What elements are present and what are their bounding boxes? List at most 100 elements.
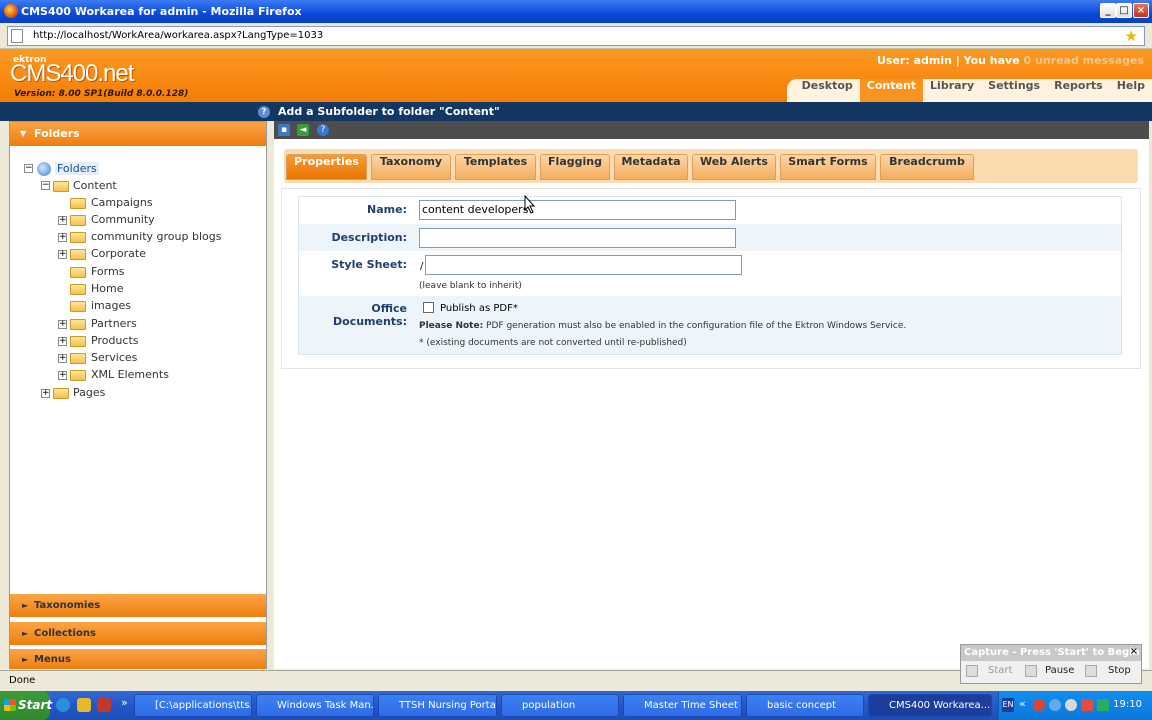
help-icon[interactable]: ? [258, 106, 270, 118]
capture-pause-button[interactable]: Pause [1045, 665, 1074, 676]
save-icon[interactable]: ▪ [278, 124, 290, 136]
left-navigation-pane: ▼ Folders − Folders − Content Campaigns +… [9, 121, 267, 669]
tray-app-icon[interactable] [1033, 699, 1045, 711]
user-text: User: admin | You have [876, 54, 1024, 67]
app-icon[interactable] [77, 698, 91, 712]
capture-close-icon[interactable]: × [1130, 646, 1138, 657]
publish-pdf-checkbox[interactable] [423, 302, 434, 313]
firefox-icon [4, 4, 18, 18]
folder-icon [70, 301, 86, 312]
task-item-basic-concept[interactable]: basic concept [746, 694, 864, 717]
main-content: Properties Taxonomy Templates Flagging M… [274, 139, 1149, 669]
tree-item-community-group-blogs[interactable]: community group blogs [91, 230, 221, 243]
tabs-bar: Properties Taxonomy Templates Flagging M… [284, 149, 1138, 183]
expand-arrow-icon: ► [22, 629, 29, 638]
expand-toggle[interactable]: + [58, 337, 67, 346]
tree-item-xml-elements[interactable]: XML Elements [91, 368, 169, 381]
task-item-task-manager[interactable]: Windows Task Man... [256, 694, 374, 717]
unread-messages-link[interactable]: 0 unread messages [1024, 54, 1144, 67]
nav-settings[interactable]: Settings [981, 79, 1047, 102]
tree-item-forms[interactable]: Forms [91, 265, 124, 278]
folder-tree: − Folders − Content Campaigns + Communit… [10, 122, 266, 422]
task-item-ttsh-portal[interactable]: TTSH Nursing Porta... [378, 694, 497, 717]
tab-properties[interactable]: Properties [286, 154, 367, 180]
tab-metadata[interactable]: Metadata [614, 154, 688, 180]
capture-stop-button[interactable]: Stop [1108, 665, 1131, 676]
tab-smart-forms[interactable]: Smart Forms [780, 154, 876, 180]
expand-toggle[interactable]: + [58, 320, 67, 329]
filezilla-icon[interactable] [97, 698, 111, 712]
note-text: PDF generation must also be enabled in t… [483, 321, 907, 331]
bookmark-star-icon[interactable]: ★ [1125, 27, 1138, 45]
name-input[interactable]: content developers [419, 200, 736, 220]
tree-item-products[interactable]: Products [91, 334, 139, 347]
tab-breadcrumb[interactable]: Breadcrumb [880, 154, 974, 180]
url-field[interactable]: http://localhost/WorkArea/workarea.aspx?… [7, 26, 1145, 46]
menus-section[interactable]: ► Menus [10, 649, 266, 669]
window-title: CMS400 Workarea for admin - Mozilla Fire… [21, 5, 302, 18]
language-indicator[interactable]: EN [1002, 698, 1014, 712]
tab-web-alerts[interactable]: Web Alerts [692, 154, 776, 180]
help-icon[interactable]: ? [317, 124, 329, 136]
name-label: Name: [367, 203, 407, 216]
capture-title: Capture - Press 'Start' to Begin [961, 645, 1141, 661]
expand-toggle[interactable]: + [41, 389, 50, 398]
start-button[interactable]: Start [0, 691, 53, 720]
ie-icon[interactable] [56, 698, 70, 712]
tab-templates[interactable]: Templates [455, 154, 536, 180]
tray-network-icon[interactable] [1049, 699, 1061, 711]
taxonomies-section[interactable]: ► Taxonomies [10, 594, 266, 617]
tab-taxonomy[interactable]: Taxonomy [371, 154, 451, 180]
expand-toggle[interactable]: + [58, 233, 67, 242]
tree-item-community[interactable]: Community [91, 213, 155, 226]
tree-item-images[interactable]: images [91, 299, 131, 312]
expand-toggle[interactable]: + [58, 250, 67, 259]
nav-library[interactable]: Library [923, 79, 981, 102]
task-item-cms400[interactable]: CMS400 Workarea... [868, 694, 992, 717]
tray-volume-icon[interactable] [1065, 699, 1077, 711]
tray-security-icon[interactable] [1081, 699, 1093, 711]
taskbar: Start » [C:\applications\tts... Windows … [0, 691, 1152, 720]
folder-icon [53, 181, 69, 192]
expand-toggle[interactable]: + [58, 216, 67, 225]
tree-item-corporate[interactable]: Corporate [91, 247, 146, 260]
task-item-population[interactable]: population [501, 694, 619, 717]
publish-pdf-label: Publish as PDF* [440, 303, 518, 314]
tree-item-partners[interactable]: Partners [91, 317, 137, 330]
tree-item-campaigns[interactable]: Campaigns [91, 196, 153, 209]
tree-item-content[interactable]: Content [73, 179, 117, 192]
tree-item-home[interactable]: Home [91, 282, 123, 295]
close-button[interactable]: × [1133, 3, 1149, 18]
nav-reports[interactable]: Reports [1047, 79, 1110, 102]
tree-root-folders[interactable]: Folders [55, 162, 99, 175]
capture-start-button[interactable]: Start [988, 665, 1012, 676]
more-icon[interactable]: » [121, 696, 128, 709]
tray-expand-icon[interactable]: « [1019, 697, 1026, 710]
folder-icon [70, 370, 86, 381]
folder-icon [70, 353, 86, 364]
collapse-toggle[interactable]: − [41, 181, 50, 190]
minimize-button[interactable]: _ [1100, 3, 1116, 18]
task-item-master-time-sheet[interactable]: Master Time Sheet [623, 694, 742, 717]
pdf-note: Please Note: PDF generation must also be… [419, 321, 906, 331]
start-label: Start [18, 698, 53, 712]
cms-logo: CMS400.net [10, 60, 134, 87]
maximize-button[interactable]: □ [1116, 3, 1132, 18]
tab-flagging[interactable]: Flagging [540, 154, 610, 180]
tree-item-pages[interactable]: Pages [73, 386, 105, 399]
pause-icon [1025, 665, 1037, 677]
task-item-applications[interactable]: [C:\applications\tts... [134, 694, 252, 717]
back-arrow-icon[interactable]: ◄ [297, 124, 309, 136]
expand-toggle[interactable]: + [58, 354, 67, 363]
collapse-toggle[interactable]: − [24, 164, 33, 173]
taxonomies-label: Taxonomies [34, 600, 101, 611]
tray-status-icon[interactable] [1097, 699, 1109, 711]
style-sheet-input[interactable] [425, 255, 742, 275]
tree-item-services[interactable]: Services [91, 351, 137, 364]
nav-help[interactable]: Help [1110, 79, 1152, 102]
description-input[interactable] [419, 228, 736, 248]
nav-desktop[interactable]: Desktop [795, 79, 860, 102]
nav-content[interactable]: Content [859, 79, 924, 102]
expand-toggle[interactable]: + [58, 371, 67, 380]
collections-section[interactable]: ► Collections [10, 622, 266, 645]
